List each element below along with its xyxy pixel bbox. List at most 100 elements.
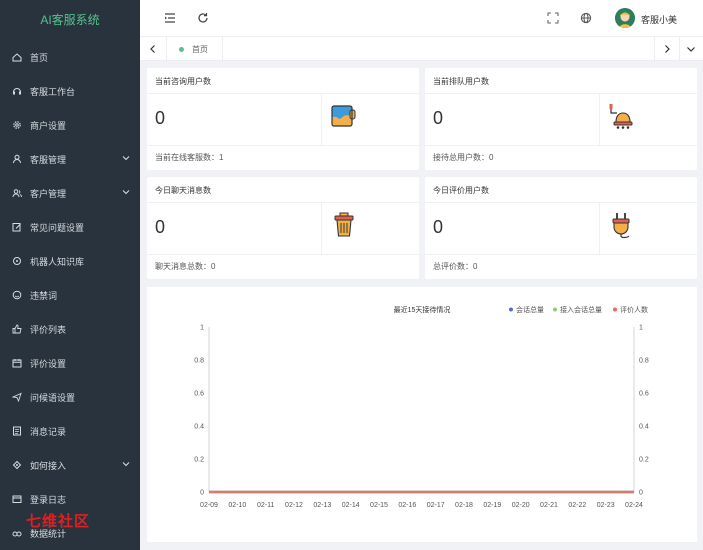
document-icon xyxy=(13,426,21,436)
stat-card-messages: 今日聊天消息数 0 聊天消息总数：0 xyxy=(147,177,419,279)
x-tick-label: 02-13 xyxy=(313,502,331,509)
link-icon xyxy=(12,460,22,470)
card-value: 0 xyxy=(155,108,166,128)
sidebar-item[interactable]: 机器人知识库 xyxy=(0,244,140,278)
sidebar: AI客服系统 首页客服工作台商户设置客服管理客户管理常见问题设置机器人知识库 违禁… xyxy=(0,0,140,550)
user-icon xyxy=(13,154,21,164)
avatar[interactable] xyxy=(615,8,635,28)
y-tick-label-right: 0.8 xyxy=(639,358,649,365)
x-tick-label: 02-24 xyxy=(625,502,643,509)
thumb-up-icon xyxy=(12,324,22,334)
sidebar-item[interactable]: 首页 xyxy=(0,40,140,74)
fullscreen-icon[interactable] xyxy=(547,12,559,24)
edit-icon xyxy=(12,223,21,232)
legend-marker xyxy=(553,307,557,312)
x-tick-label: 02-14 xyxy=(342,502,360,509)
sidebar-item-label: 登录日志 xyxy=(30,494,67,505)
tabs-dropdown-icon[interactable] xyxy=(686,44,696,54)
active-dot-icon xyxy=(179,46,184,52)
chevron-down-icon xyxy=(122,462,130,467)
x-tick-label: 02-16 xyxy=(398,502,416,509)
card-title: 今日聊天消息数 xyxy=(155,186,211,195)
sidebar-item[interactable]: 常见问题设置 xyxy=(0,210,140,244)
stat-card-consulting: 当前咨询用户数 0 当前在线客服数：1 xyxy=(147,68,419,170)
x-tick-label: 02-12 xyxy=(285,502,303,509)
sidebar-item-label: 问候语设置 xyxy=(30,392,76,403)
chevron-down-icon xyxy=(122,156,130,161)
card-title: 当前排队用户数 xyxy=(433,77,489,86)
legend-marker xyxy=(509,307,513,312)
x-tick-label: 02-17 xyxy=(427,502,445,509)
tab-home[interactable]: 首页 xyxy=(166,37,223,61)
sidebar-item[interactable]: 违禁词 xyxy=(0,278,140,312)
card-value: 0 xyxy=(433,217,444,237)
sidebar-menu: 首页客服工作台商户设置客服管理客户管理常见问题设置机器人知识库 违禁词评价列表评价… xyxy=(0,40,140,550)
watermark-text: 七维社区 xyxy=(26,513,91,530)
sidebar-item-label: 违禁词 xyxy=(30,290,58,301)
sidebar-item[interactable]: 客服管理 xyxy=(0,142,140,176)
y-tick-label-right: 0 xyxy=(639,490,643,497)
x-tick-label: 02-21 xyxy=(540,502,558,509)
sidebar-item[interactable]: 消息记录 xyxy=(0,414,140,448)
y-tick-label-left: 0.4 xyxy=(194,424,204,431)
card-value: 0 xyxy=(433,108,444,128)
smile-icon xyxy=(12,290,22,300)
bell-icon xyxy=(609,104,633,129)
line-chart: 最近15天接待情况 0 0 0.2 0.2 0.4 0.4 0.6 0.6 0.8 0.8 1 1 02-… xyxy=(194,305,649,509)
sidebar-item[interactable]: 商户设置 xyxy=(0,108,140,142)
sidebar-item[interactable]: 问候语设置 xyxy=(0,380,140,414)
y-tick-label-right: 1 xyxy=(639,325,643,332)
legend-label: 评价人数 xyxy=(620,305,648,314)
stat-card-ratings: 今日评价用户数 0 总评价数：0 xyxy=(425,177,697,279)
y-tick-label-left: 0.2 xyxy=(194,457,204,464)
card-footer: 接待总用户数：0 xyxy=(433,153,494,162)
tab-label: 首页 xyxy=(192,44,208,54)
legend-label: 接入会话总量 xyxy=(560,305,602,314)
home-icon xyxy=(12,53,22,62)
card-footer: 总评价数：0 xyxy=(433,262,478,271)
sidebar-item-label: 机器人知识库 xyxy=(30,256,85,267)
refresh-icon[interactable] xyxy=(197,12,209,24)
sidebar-item-label: 客户管理 xyxy=(30,188,67,199)
gear-icon xyxy=(13,121,21,129)
sidebar-item[interactable]: 评价设置 xyxy=(0,346,140,380)
paint-bucket-icon xyxy=(331,105,356,127)
log-icon xyxy=(12,495,22,503)
sidebar-item-label: 商户设置 xyxy=(30,120,67,131)
language-globe-icon[interactable] xyxy=(580,12,592,24)
sidebar-item-label: 消息记录 xyxy=(30,426,67,437)
sidebar-item-label: 客服工作台 xyxy=(30,86,76,97)
y-tick-label-right: 0.2 xyxy=(639,457,649,464)
card-title: 今日评价用户数 xyxy=(433,186,489,195)
sidebar-item[interactable]: 客户管理 xyxy=(0,176,140,210)
sidebar-item[interactable]: 客服工作台 xyxy=(0,74,140,108)
sidebar-item-label: 首页 xyxy=(30,52,49,63)
sidebar-item-label: 客服管理 xyxy=(30,154,67,165)
sidebar-item-label: 评价列表 xyxy=(30,324,67,335)
legend-label: 会话总量 xyxy=(516,305,544,314)
tabs-scroll-right-icon[interactable] xyxy=(662,44,672,54)
headset-icon xyxy=(13,88,21,95)
y-tick-label-right: 0.6 xyxy=(639,391,649,398)
tabs-scroll-left-icon[interactable] xyxy=(148,44,158,54)
robot-icon xyxy=(13,257,21,265)
sidebar-item[interactable]: 评价列表 xyxy=(0,312,140,346)
app-title: AI客服系统 xyxy=(40,13,100,27)
x-tick-label: 02-10 xyxy=(228,502,246,509)
x-tick-label: 02-22 xyxy=(568,502,586,509)
x-tick-label: 02-20 xyxy=(512,502,530,509)
card-title: 当前咨询用户数 xyxy=(155,77,211,86)
x-tick-label: 02-19 xyxy=(483,502,501,509)
username[interactable]: 客服小美 xyxy=(641,13,677,26)
sidebar-item[interactable]: 如何接入 xyxy=(0,448,140,482)
tabs-bar: 首页 xyxy=(140,37,703,61)
x-tick-label: 02-09 xyxy=(200,502,218,509)
legend-marker xyxy=(613,307,617,312)
chart-title: 最近15天接待情况 xyxy=(394,305,451,314)
plug-icon xyxy=(612,213,630,239)
menu-fold-icon[interactable] xyxy=(164,12,176,24)
send-icon xyxy=(12,392,22,402)
stats-icon xyxy=(12,531,22,537)
chart-card: 最近15天接待情况 0 0 0.2 0.2 0.4 0.4 0.6 0.6 0.8 0.8 1 1 02-… xyxy=(147,287,697,542)
x-tick-label: 02-11 xyxy=(257,502,274,509)
